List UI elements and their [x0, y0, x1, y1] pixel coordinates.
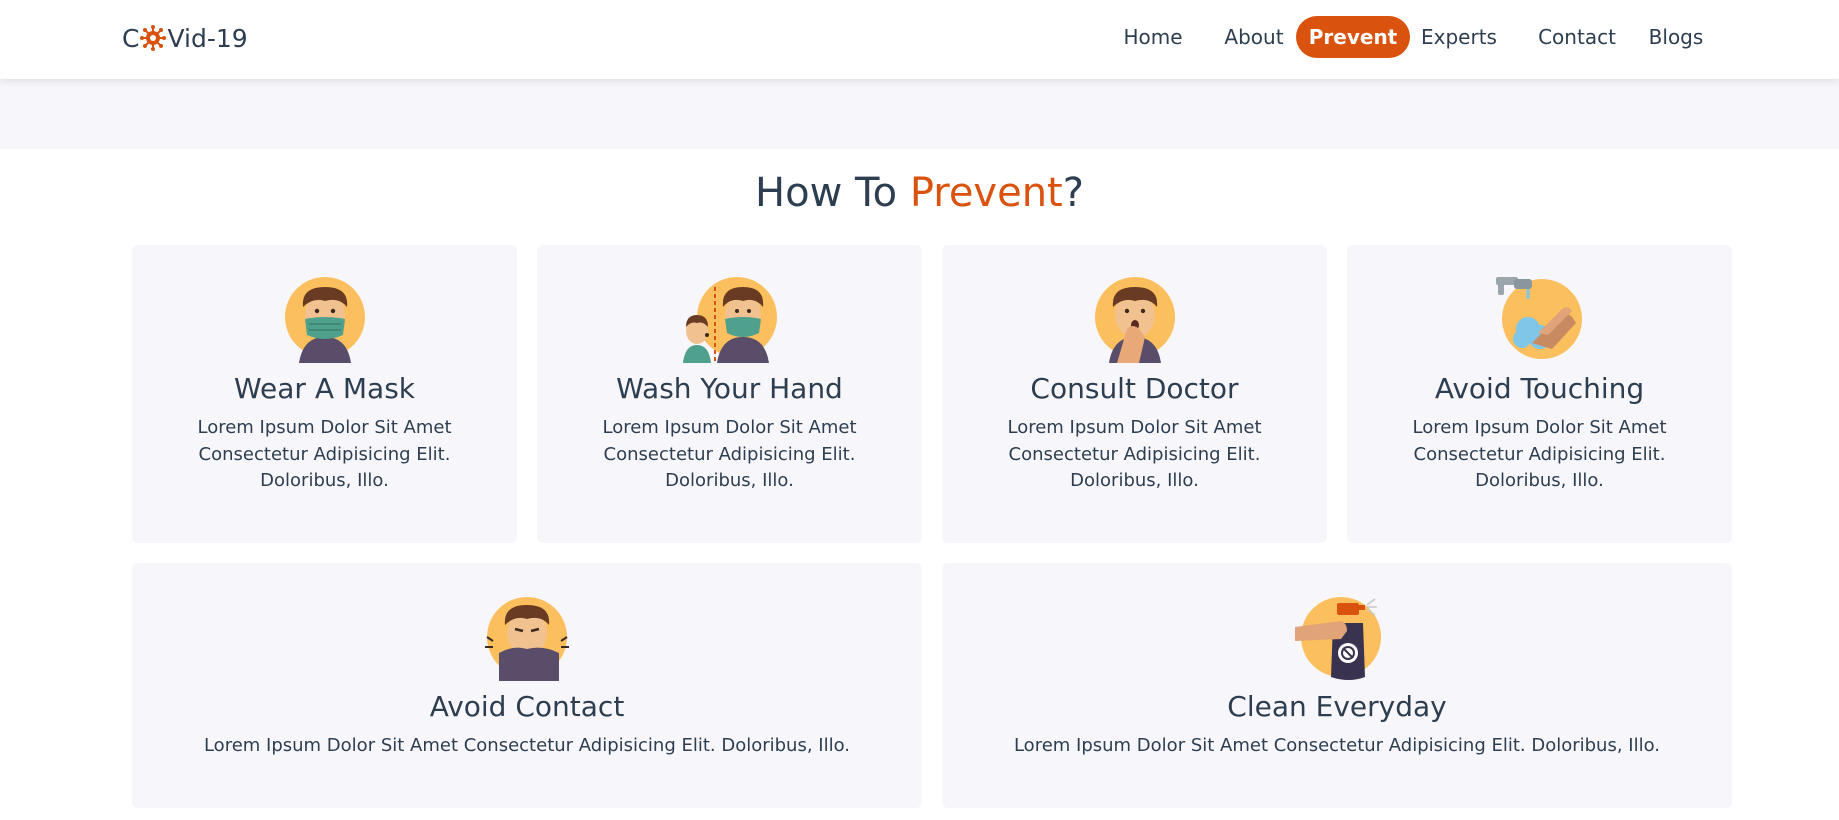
- nav-experts[interactable]: Experts: [1413, 16, 1505, 58]
- card-text: Lorem Ipsum Dolor Sit Amet Consectetur A…: [1007, 417, 1262, 491]
- card-text: Lorem Ipsum Dolor Sit Amet Consectetur A…: [203, 735, 851, 756]
- logo[interactable]: C Vid-19: [122, 22, 248, 54]
- title-start: How To: [755, 170, 910, 216]
- logo-suffix: Vid-19: [167, 23, 248, 53]
- title-end: ?: [1062, 170, 1084, 216]
- card-text: Lorem Ipsum Dolor Sit Amet Consectetur A…: [1412, 417, 1667, 491]
- hero-band: [0, 79, 1839, 149]
- sneeze-icon: [479, 591, 575, 687]
- virus-icon: [139, 24, 167, 52]
- card-wear-mask: Wear A Mask Lorem Ipsum Dolor Sit Amet C…: [132, 245, 517, 543]
- card-title: Consult Doctor: [1030, 372, 1239, 405]
- handwash-icon: [1492, 273, 1588, 369]
- site-header: C Vid-19 Home About Prevent Experts Cont…: [0, 0, 1839, 79]
- card-text: Lorem Ipsum Dolor Sit Amet Consectetur A…: [1013, 735, 1661, 756]
- cough-icon: [1087, 273, 1183, 369]
- card-title: Avoid Touching: [1434, 372, 1645, 405]
- spray-icon: [1289, 591, 1385, 687]
- nav-contact[interactable]: Contact: [1533, 16, 1621, 58]
- mask-icon: [277, 273, 373, 369]
- card-wash-hand: Wash Your Hand Lorem Ipsum Dolor Sit Ame…: [537, 245, 922, 543]
- card-avoid-touching: Avoid Touching Lorem Ipsum Dolor Sit Ame…: [1347, 245, 1732, 543]
- card-avoid-contact: Avoid Contact Lorem Ipsum Dolor Sit Amet…: [132, 563, 922, 808]
- card-title: Wash Your Hand: [616, 372, 843, 405]
- nav-about[interactable]: About: [1214, 16, 1294, 58]
- card-title: Clean Everyday: [1227, 690, 1447, 723]
- logo-prefix: C: [122, 23, 140, 53]
- nav-home[interactable]: Home: [1114, 16, 1192, 58]
- nav-blogs[interactable]: Blogs: [1641, 16, 1711, 58]
- card-text: Lorem Ipsum Dolor Sit Amet Consectetur A…: [197, 417, 452, 491]
- card-title: Wear A Mask: [233, 372, 415, 405]
- card-title: Avoid Contact: [429, 690, 625, 723]
- card-text: Lorem Ipsum Dolor Sit Amet Consectetur A…: [602, 417, 857, 491]
- card-clean-everyday: Clean Everyday Lorem Ipsum Dolor Sit Ame…: [942, 563, 1732, 808]
- title-accent: Prevent: [909, 170, 1063, 216]
- distance-icon: [677, 273, 783, 369]
- nav-prevent[interactable]: Prevent: [1296, 16, 1410, 58]
- section-title: How To Prevent?: [0, 170, 1839, 216]
- card-consult-doctor: Consult Doctor Lorem Ipsum Dolor Sit Ame…: [942, 245, 1327, 543]
